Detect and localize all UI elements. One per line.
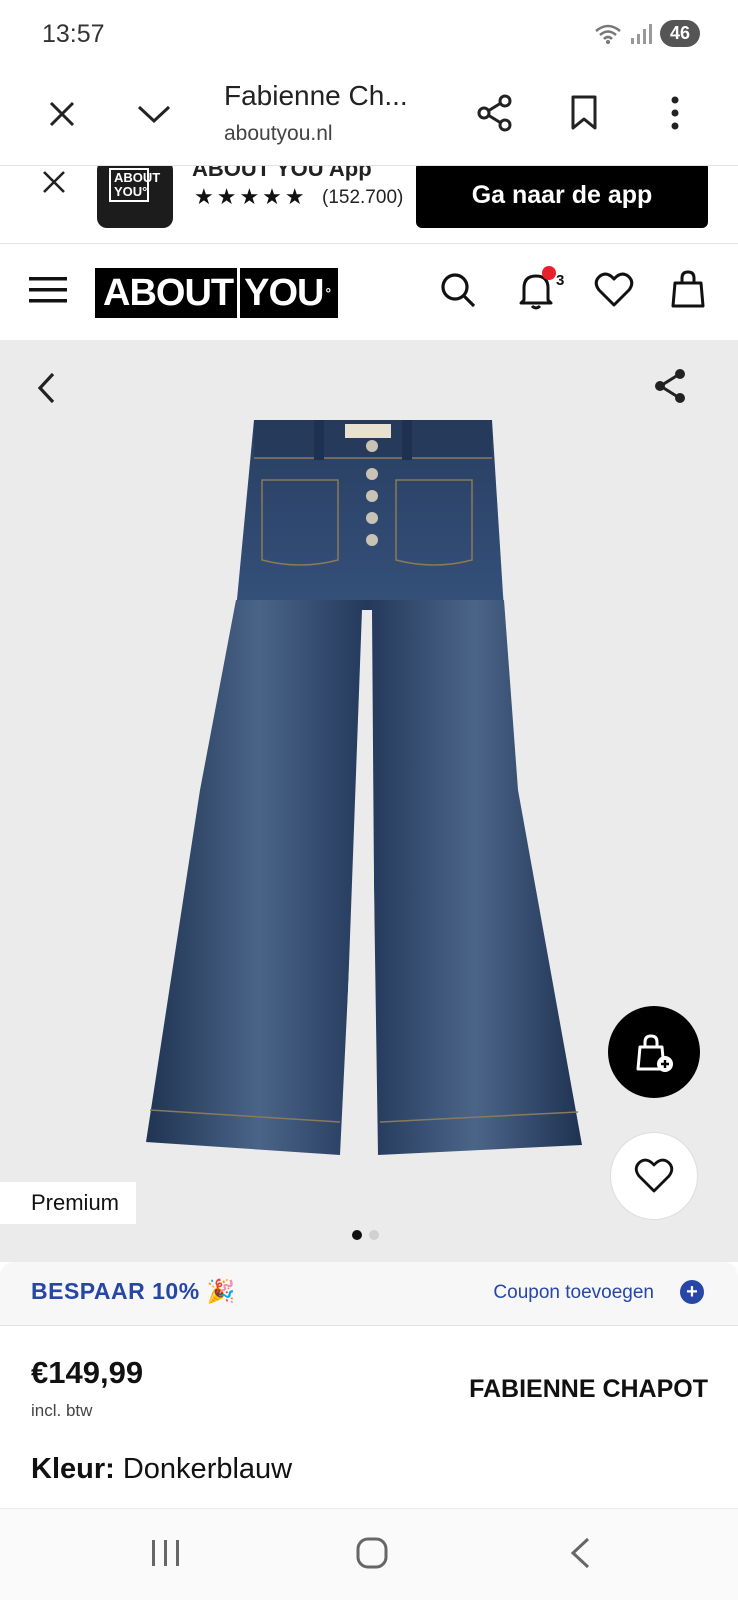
chevron-down-icon	[137, 105, 171, 124]
minimize-tab-button[interactable]	[134, 94, 174, 134]
rating-count: (152.700)	[322, 187, 404, 208]
recent-apps-icon	[152, 1540, 179, 1566]
logo-mark: °	[325, 285, 331, 301]
back-button[interactable]	[28, 370, 64, 406]
notification-dot	[542, 266, 556, 280]
status-bar: 13:57 46	[0, 0, 738, 68]
image-pagination	[352, 1230, 379, 1240]
pagination-dot-2[interactable]	[369, 1230, 379, 1240]
app-logo: ABOUT YOU°	[97, 166, 173, 228]
color-value: Donkerblauw	[122, 1453, 293, 1485]
menu-button[interactable]	[28, 270, 68, 310]
bookmark-icon	[571, 95, 597, 130]
page-title: Fabienne Ch...	[224, 80, 408, 111]
cart-button[interactable]	[668, 266, 708, 312]
product-color: Kleur: Donkerblauw	[31, 1453, 292, 1486]
premium-tag: Premium	[0, 1182, 137, 1224]
wifi-icon	[595, 24, 621, 44]
add-to-bag-button[interactable]	[608, 1006, 700, 1098]
browser-custom-tab-bar: Fabienne Ch... aboutyou.nl	[0, 68, 738, 166]
more-vertical-icon	[671, 96, 679, 130]
notification-count: 3	[556, 272, 565, 289]
app-banner: ABOUT YOU° ABOUT YOU App ★★★★★ (152.700)…	[0, 166, 738, 244]
shopping-bag-icon	[671, 270, 705, 308]
close-icon	[43, 171, 65, 193]
add-to-wishlist-button[interactable]	[610, 1132, 698, 1220]
app-logo-mark: ABOUT YOU°	[109, 168, 160, 202]
heart-icon	[634, 1158, 674, 1193]
chevron-left-icon	[37, 372, 55, 404]
vat-note: incl. btw	[31, 1401, 93, 1420]
status-icons: 46	[594, 20, 700, 47]
product-gallery[interactable]: Premium	[0, 340, 738, 1262]
share-button[interactable]	[472, 90, 518, 136]
back-arrow-icon	[570, 1537, 590, 1569]
logo-text-about: ABOUT	[103, 271, 234, 314]
bookmark-button[interactable]	[564, 90, 604, 136]
home-icon	[356, 1537, 388, 1569]
search-button[interactable]	[436, 268, 480, 312]
open-app-button[interactable]: Ga naar de app	[416, 166, 708, 228]
close-icon	[49, 101, 75, 127]
page-url: aboutyou.nl	[224, 122, 333, 145]
logo-separator	[237, 268, 241, 318]
signal-icon	[630, 23, 652, 44]
product-brand[interactable]: FABIENNE CHAPOT	[469, 1375, 708, 1404]
site-header: ABOUT YOU ° 3	[0, 244, 738, 340]
share-icon	[655, 369, 685, 403]
close-banner-button[interactable]	[38, 166, 70, 198]
add-coupon-plus-icon[interactable]: +	[680, 1280, 704, 1304]
status-time: 13:57	[42, 20, 105, 48]
rating-stars: ★★★★★	[194, 184, 308, 209]
share-icon	[477, 94, 512, 132]
app-name: ABOUT YOU App	[192, 166, 372, 181]
coupon-bar: BESPAAR 10% 🎉 Coupon toevoegen +	[0, 1262, 738, 1326]
recent-apps-button[interactable]	[146, 1533, 186, 1573]
product-price: €149,99	[31, 1355, 144, 1390]
more-options-button[interactable]	[660, 90, 690, 136]
discount-text: BESPAAR 10% 🎉	[31, 1278, 236, 1304]
pagination-dot-1[interactable]	[352, 1230, 362, 1240]
bag-add-icon	[636, 1034, 673, 1072]
add-coupon-link[interactable]: Coupon toevoegen	[493, 1282, 654, 1304]
color-label: Kleur:	[31, 1453, 115, 1485]
wishlist-header-button[interactable]	[592, 268, 636, 312]
hamburger-menu-icon	[29, 277, 67, 303]
share-product-button[interactable]	[650, 366, 690, 406]
product-image-jeans[interactable]	[140, 410, 600, 1166]
logo-text-you: YOU	[244, 271, 324, 314]
close-tab-button[interactable]	[42, 94, 82, 134]
system-back-button[interactable]	[560, 1533, 600, 1573]
heart-icon	[594, 272, 634, 307]
system-navigation-bar	[0, 1508, 738, 1600]
search-icon	[441, 273, 476, 308]
home-button[interactable]	[352, 1533, 392, 1573]
battery-indicator: 46	[659, 20, 700, 47]
about-you-logo[interactable]: ABOUT YOU °	[95, 268, 339, 318]
